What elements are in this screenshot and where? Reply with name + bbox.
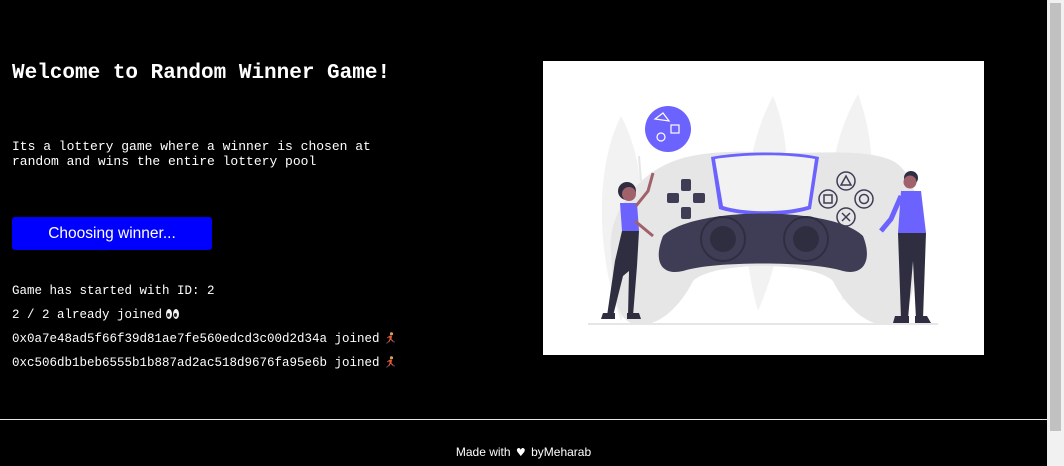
game-id-status: Game has started with ID: 2 [12, 284, 215, 298]
players-joined-status: 2 / 2 already joined [12, 308, 180, 323]
footer-made-with: Made with [455, 445, 511, 459]
page-title: Welcome to Random Winner Game! [12, 62, 391, 85]
controller-players-graphic [588, 94, 938, 325]
footer-divider [0, 419, 1047, 420]
controller-touchpad [715, 155, 815, 212]
game-controller-illustration [543, 61, 984, 355]
heart-icon: ♥ [515, 446, 526, 459]
game-description: Its a lottery game where a winner is cho… [12, 139, 371, 169]
players-joined-count: 2 / 2 already joined [12, 308, 163, 322]
player-address: 0xc506db1beb6555b1b887ad2ac518d9676fa95e… [12, 356, 380, 370]
floating-ball [645, 106, 691, 152]
running-person-icon [385, 356, 395, 368]
page: Welcome to Random Winner Game! Its a lot… [0, 0, 1047, 466]
player-joined-row: 0xc506db1beb6555b1b887ad2ac518d9676fa95e… [12, 356, 395, 371]
choosing-winner-button[interactable]: Choosing winner... [12, 217, 212, 250]
eyes-icon [166, 309, 180, 319]
player-joined-row: 0x0a7e48ad5f66f39d81ae7fe560edcd3c00d2d3… [12, 332, 395, 347]
footer: Made with ♥ byMeharab [0, 445, 1047, 460]
running-person-icon [385, 332, 395, 344]
vertical-scrollbar[interactable] [1047, 0, 1064, 466]
scrollbar-thumb[interactable] [1050, 3, 1061, 431]
footer-author: byMeharab [531, 445, 592, 459]
player-address: 0x0a7e48ad5f66f39d81ae7fe560edcd3c00d2d3… [12, 332, 380, 346]
